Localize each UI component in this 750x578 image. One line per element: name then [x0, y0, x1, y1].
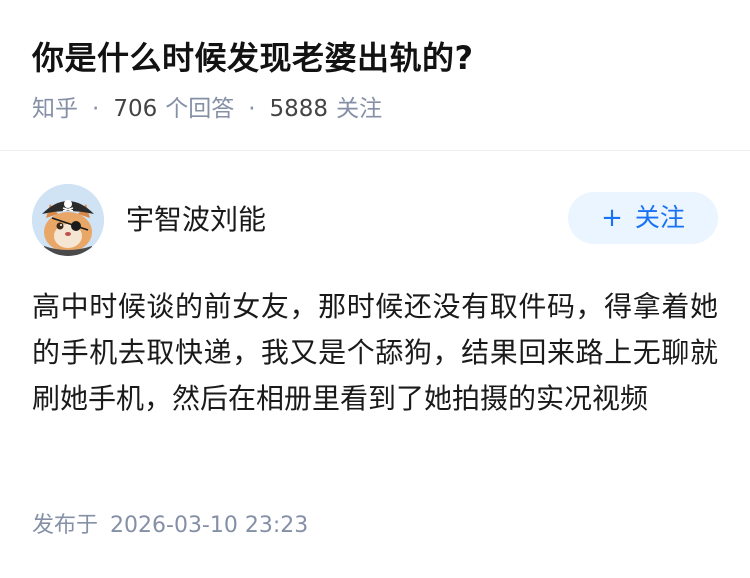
publish-info: 发布于 2026-03-10 23:23 — [32, 509, 308, 543]
question-title[interactable]: 你是什么时候发现老婆出轨的? — [32, 34, 474, 82]
publish-time: 2026-03-10 23:23 — [110, 513, 309, 538]
plus-icon: + — [601, 203, 623, 233]
follow-button[interactable]: + 关注 — [568, 192, 718, 244]
source-label[interactable]: 知乎 — [32, 96, 78, 122]
publish-label: 发布于 — [32, 513, 99, 538]
meta-separator: · — [248, 96, 256, 122]
answer-count-label: 个回答 — [165, 96, 235, 122]
follow-button-label: 关注 — [634, 203, 685, 232]
follower-count: 5888 — [269, 96, 329, 122]
answer-count: 706 — [113, 96, 158, 122]
question-header: 你是什么时候发现老婆出轨的? 知乎 · 706 个回答 · 5888 关注 — [0, 0, 750, 151]
pirate-cat-avatar-icon[interactable] — [32, 184, 104, 256]
meta-separator: · — [92, 96, 100, 122]
author-row: 宇智波刘能 + 关注 — [32, 184, 718, 256]
follower-count-label: 关注 — [336, 96, 383, 122]
author-name[interactable]: 宇智波刘能 — [126, 200, 266, 240]
answer-content[interactable]: 高中时候谈的前女友，那时候还没有取件码，得拿着她的手机去取快递，我又是个舔狗，结… — [32, 284, 718, 422]
question-meta: 知乎 · 706 个回答 · 5888 关注 — [32, 92, 382, 126]
